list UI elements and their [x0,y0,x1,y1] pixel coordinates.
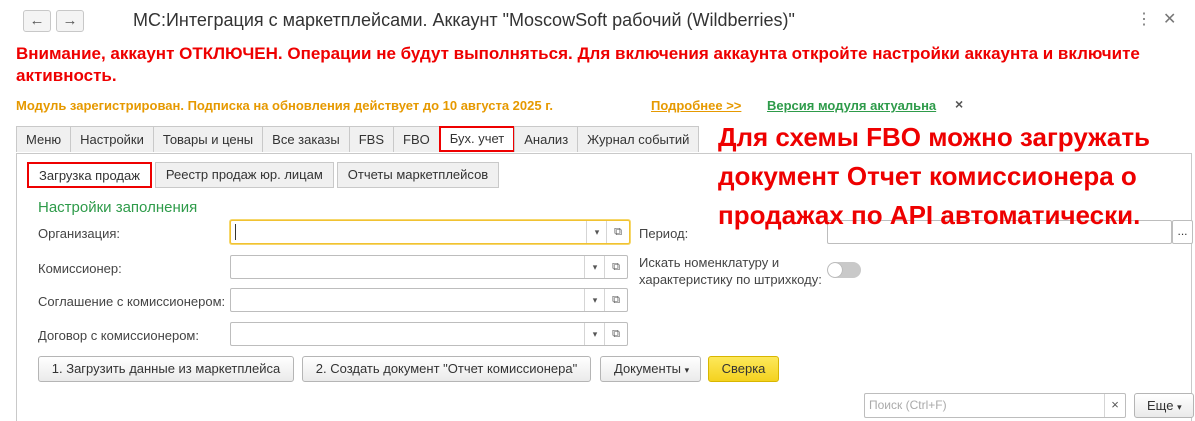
barcode-label-line1: Искать номенклатуру и [639,255,780,270]
tab-goods-prices[interactable]: Товары и цены [152,126,264,152]
barcode-label-line2: характеристику по штрихкоду: [639,272,822,287]
arrow-left-icon: ← [29,12,45,29]
section-title: Настройки заполнения [38,199,198,216]
open-icon[interactable]: ⧉ [606,221,629,243]
agreement-field[interactable]: ▾ ⧉ [230,288,628,312]
load-data-button[interactable]: 1. Загрузить данные из маркетплейса [38,356,294,382]
more-button[interactable]: Еще ▾ [1134,393,1194,418]
dropdown-icon[interactable]: ▾ [584,289,605,311]
more-icon[interactable]: ⋮ [1136,9,1152,29]
tab-menu[interactable]: Меню [16,126,72,152]
dismiss-icon[interactable]: × [955,96,963,112]
barcode-toggle[interactable] [827,262,861,278]
reconcile-button[interactable]: Сверка [708,356,779,382]
arrow-right-icon: → [62,12,78,29]
version-link[interactable]: Версия модуля актуальна [767,98,936,113]
dropdown-icon[interactable]: ▾ [584,323,605,345]
open-icon[interactable]: ⧉ [604,289,627,311]
dropdown-icon[interactable]: ▾ [584,256,605,278]
chevron-down-icon: ▾ [1177,402,1182,412]
contract-label: Договор с комиссионером: [38,328,199,343]
tab-fbo[interactable]: FBO [393,126,440,152]
tab-accounting[interactable]: Бух. учет [438,126,516,152]
sub-tabs: Загрузка продаж Реестр продаж юр. лицам … [27,162,502,188]
window-title: МС:Интеграция с маркетплейсами. Аккаунт … [133,10,795,30]
main-tabs: Меню Настройки Товары и цены Все заказы … [16,126,700,154]
subtab-marketplace-reports[interactable]: Отчеты маркетплейсов [336,162,500,188]
commissioner-label: Комиссионер: [38,261,122,276]
text-cursor [235,224,236,240]
tab-event-log[interactable]: Журнал событий [577,126,700,152]
open-icon[interactable]: ⧉ [604,323,627,345]
org-label: Организация: [38,226,121,241]
documents-label: Документы [614,361,682,376]
subtab-sales-upload[interactable]: Загрузка продаж [27,162,152,188]
period-label: Период: [639,226,689,241]
subtab-legal-sales-registry[interactable]: Реестр продаж юр. лицам [154,162,334,188]
contract-field[interactable]: ▾ ⧉ [230,322,628,346]
close-icon[interactable]: ✕ [1163,9,1176,29]
tab-all-orders[interactable]: Все заказы [262,126,350,152]
account-disabled-warning: Внимание, аккаунт ОТКЛЮЧЕН. Операции не … [16,44,1140,85]
search-input[interactable]: Поиск (Ctrl+F) × [864,393,1126,418]
tab-settings[interactable]: Настройки [70,126,154,152]
more-label: Еще [1147,398,1174,413]
annotation-line1: Для схемы FBO можно загружать [718,122,1151,152]
search-placeholder: Поиск (Ctrl+F) [869,398,947,412]
dropdown-icon[interactable]: ▾ [586,221,607,243]
tab-analysis[interactable]: Анализ [514,126,579,152]
back-button[interactable]: ← [23,10,51,32]
documents-button[interactable]: Документы ▾ [600,356,701,382]
chevron-down-icon: ▾ [684,365,690,375]
agreement-label: Соглашение с комиссионером: [38,294,226,309]
commissioner-field[interactable]: ▾ ⧉ [230,255,628,279]
open-icon[interactable]: ⧉ [604,256,627,278]
more-link[interactable]: Подробнее >> [651,98,741,113]
forward-button[interactable]: → [56,10,84,32]
org-field[interactable]: ▾ ⧉ [230,220,630,244]
create-report-button[interactable]: 2. Создать документ "Отчет комиссионера" [302,356,591,382]
module-status: Модуль зарегистрирован. Подписка на обно… [16,98,553,113]
toggle-knob [828,263,842,277]
tab-fbs[interactable]: FBS [348,126,395,152]
annotation-line2: документ Отчет комиссионера о [718,161,1137,191]
clear-search-icon[interactable]: × [1104,394,1125,417]
annotation-line3: продажах по API автоматически. [718,200,1141,230]
